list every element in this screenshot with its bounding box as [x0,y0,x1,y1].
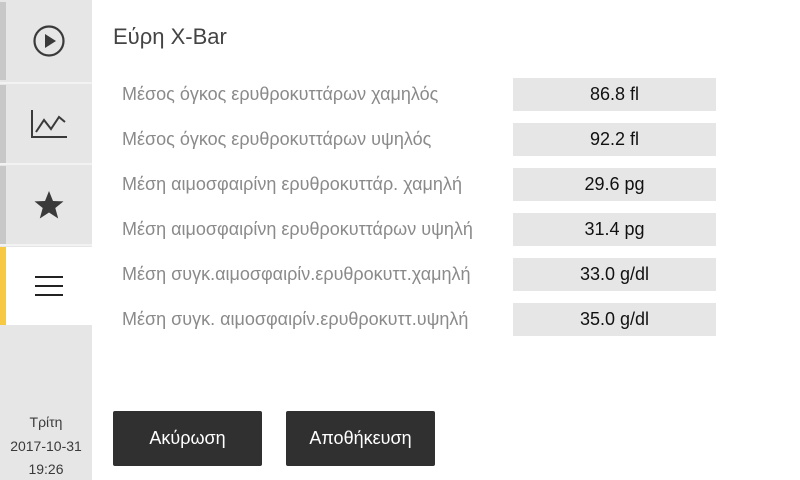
sidebar: Τρίτη 2017-10-31 19:26 [0,0,92,480]
value-field-mcv-high[interactable]: 92.2 fl [513,123,716,156]
nav-divider [0,82,92,84]
save-button[interactable]: Αποθήκευση [286,411,435,466]
nav-divider [0,163,92,165]
value-field-mcv-low[interactable]: 86.8 fl [513,78,716,111]
row-label-mcv-high: Μέσος όγκος ερυθροκυττάρων υψηλός [122,129,432,149]
play-icon [33,25,65,57]
nav-item-menu[interactable] [0,247,92,325]
value-field-mchc-low[interactable]: 33.0 g/dl [513,258,716,291]
nav-item-favorites[interactable] [0,166,92,244]
row-label-mchc-high: Μέση συγκ. αιμοσφαιρίν.ερυθροκυττ.υψηλή [122,309,469,329]
row-label-mchc-low: Μέση συγκ.αιμοσφαιρίν.ερυθροκυττ.χαμηλή [122,264,471,284]
star-icon [34,191,64,219]
value-field-mchc-high[interactable]: 35.0 g/dl [513,303,716,336]
menu-icon [35,276,63,296]
nav-divider [0,244,92,246]
row-label-mch-high: Μέση αιμοσφαιρίνη ερυθροκυττάρων υψηλή [122,219,473,239]
row-label-mcv-low: Μέσος όγκος ερυθροκυττάρων χαμηλός [122,84,439,104]
page-title: Εύρη X-Bar [113,24,227,49]
nav-item-charts[interactable] [0,85,92,163]
value-field-mch-high[interactable]: 31.4 pg [513,213,716,246]
value-field-mch-low[interactable]: 29.6 pg [513,168,716,201]
date-label: 2017-10-31 [10,438,82,454]
chart-icon [31,110,67,138]
cancel-button[interactable]: Ακύρωση [113,411,262,466]
day-label: Τρίτη [29,414,63,430]
row-label-mch-low: Μέση αιμοσφαιρίνη ερυθροκυττάρ. χαμηλή [122,174,462,194]
time-label: 19:26 [28,461,64,477]
nav-item-run[interactable] [0,2,92,80]
